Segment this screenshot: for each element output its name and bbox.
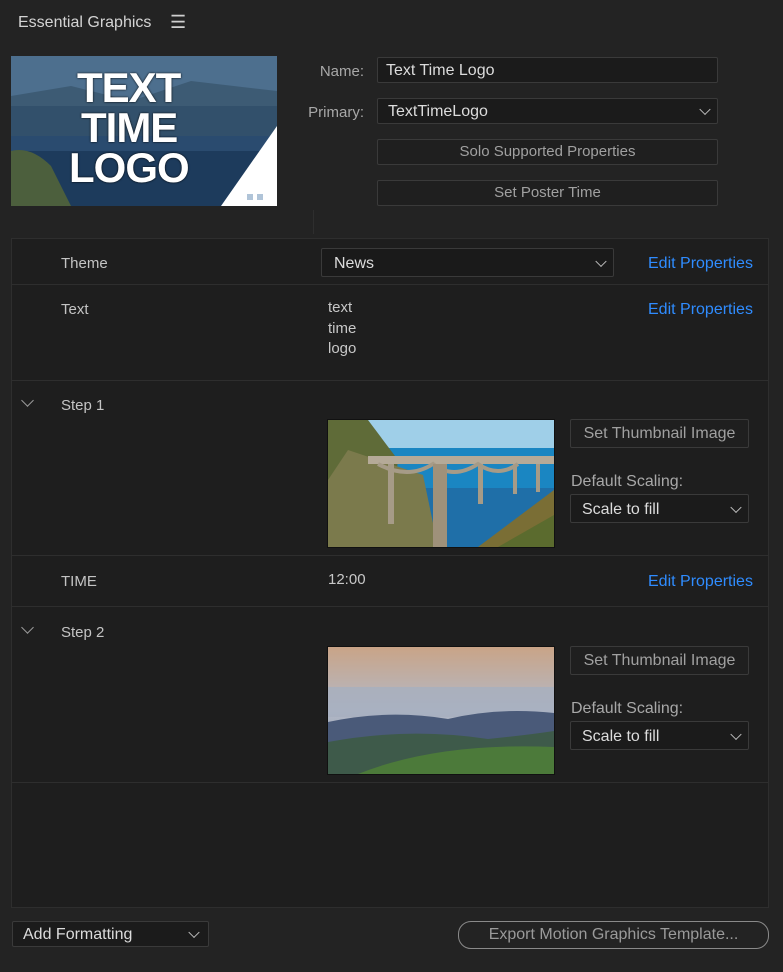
chevron-down-icon: [730, 501, 742, 513]
step1-set-thumbnail-button[interactable]: Set Thumbnail Image: [570, 419, 749, 448]
poster-frame-image: TEXT TIME LOGO: [11, 56, 277, 206]
step1-scaling-dropdown[interactable]: Scale to fill: [570, 494, 749, 523]
theme-label: Theme: [61, 255, 108, 272]
primary-dropdown-value: TextTimeLogo: [388, 103, 488, 120]
panel-menu-icon[interactable]: ☰: [170, 12, 186, 33]
theme-dropdown[interactable]: News: [321, 248, 614, 277]
theme-edit-properties-link[interactable]: Edit Properties: [648, 255, 753, 273]
name-input[interactable]: Text Time Logo: [377, 57, 718, 83]
primary-label: Primary:: [308, 104, 364, 121]
row-divider: [12, 782, 768, 783]
name-input-value: Text Time Logo: [386, 62, 495, 79]
row-divider: [12, 380, 768, 381]
poster-text-line: LOGO: [69, 144, 190, 191]
row-divider: [12, 555, 768, 556]
time-value[interactable]: 12:00: [328, 570, 366, 591]
column-divider: [313, 210, 314, 234]
poster-text-line: TIME: [81, 104, 178, 151]
row-divider: [12, 284, 768, 285]
step2-scaling-dropdown[interactable]: Scale to fill: [570, 721, 749, 750]
chevron-down-icon: [595, 255, 607, 267]
text-line: text: [328, 299, 353, 316]
solo-supported-properties-button[interactable]: Solo Supported Properties: [377, 139, 718, 165]
step1-thumbnail-image: [327, 419, 555, 548]
text-edit-properties-link[interactable]: Edit Properties: [648, 301, 753, 319]
step1-default-scaling-label: Default Scaling:: [571, 473, 684, 490]
add-formatting-dropdown[interactable]: Add Formatting: [12, 921, 209, 947]
chevron-down-icon: [188, 926, 200, 939]
chevron-down-icon: [699, 103, 711, 116]
step2-set-thumbnail-button[interactable]: Set Thumbnail Image: [570, 646, 749, 675]
chevron-down-icon: [730, 728, 742, 740]
time-edit-properties-link[interactable]: Edit Properties: [648, 573, 753, 591]
export-motion-graphics-template-button[interactable]: Export Motion Graphics Template...: [458, 921, 769, 949]
add-formatting-label: Add Formatting: [23, 926, 133, 943]
step2-label: Step 2: [61, 624, 105, 641]
panel-title: Essential Graphics: [18, 14, 152, 31]
theme-dropdown-value: News: [334, 255, 375, 272]
step2-default-scaling-label: Default Scaling:: [571, 700, 684, 717]
text-value[interactable]: text time logo: [328, 298, 356, 360]
time-label: TIME: [61, 573, 97, 590]
poster-text: TEXT TIME LOGO: [69, 64, 190, 191]
step1-label: Step 1: [61, 397, 105, 414]
text-label: Text: [61, 301, 89, 318]
step1-scaling-value: Scale to fill: [582, 501, 660, 518]
row-divider: [12, 606, 768, 607]
step2-scaling-value: Scale to fill: [582, 728, 660, 745]
name-label: Name:: [319, 63, 364, 80]
step2-thumbnail-image: [327, 646, 555, 775]
set-poster-time-button[interactable]: Set Poster Time: [377, 180, 718, 206]
primary-dropdown[interactable]: TextTimeLogo: [377, 98, 718, 124]
poster-text-line: TEXT: [77, 64, 181, 111]
text-line: time: [328, 319, 357, 337]
text-line: logo: [328, 340, 357, 357]
